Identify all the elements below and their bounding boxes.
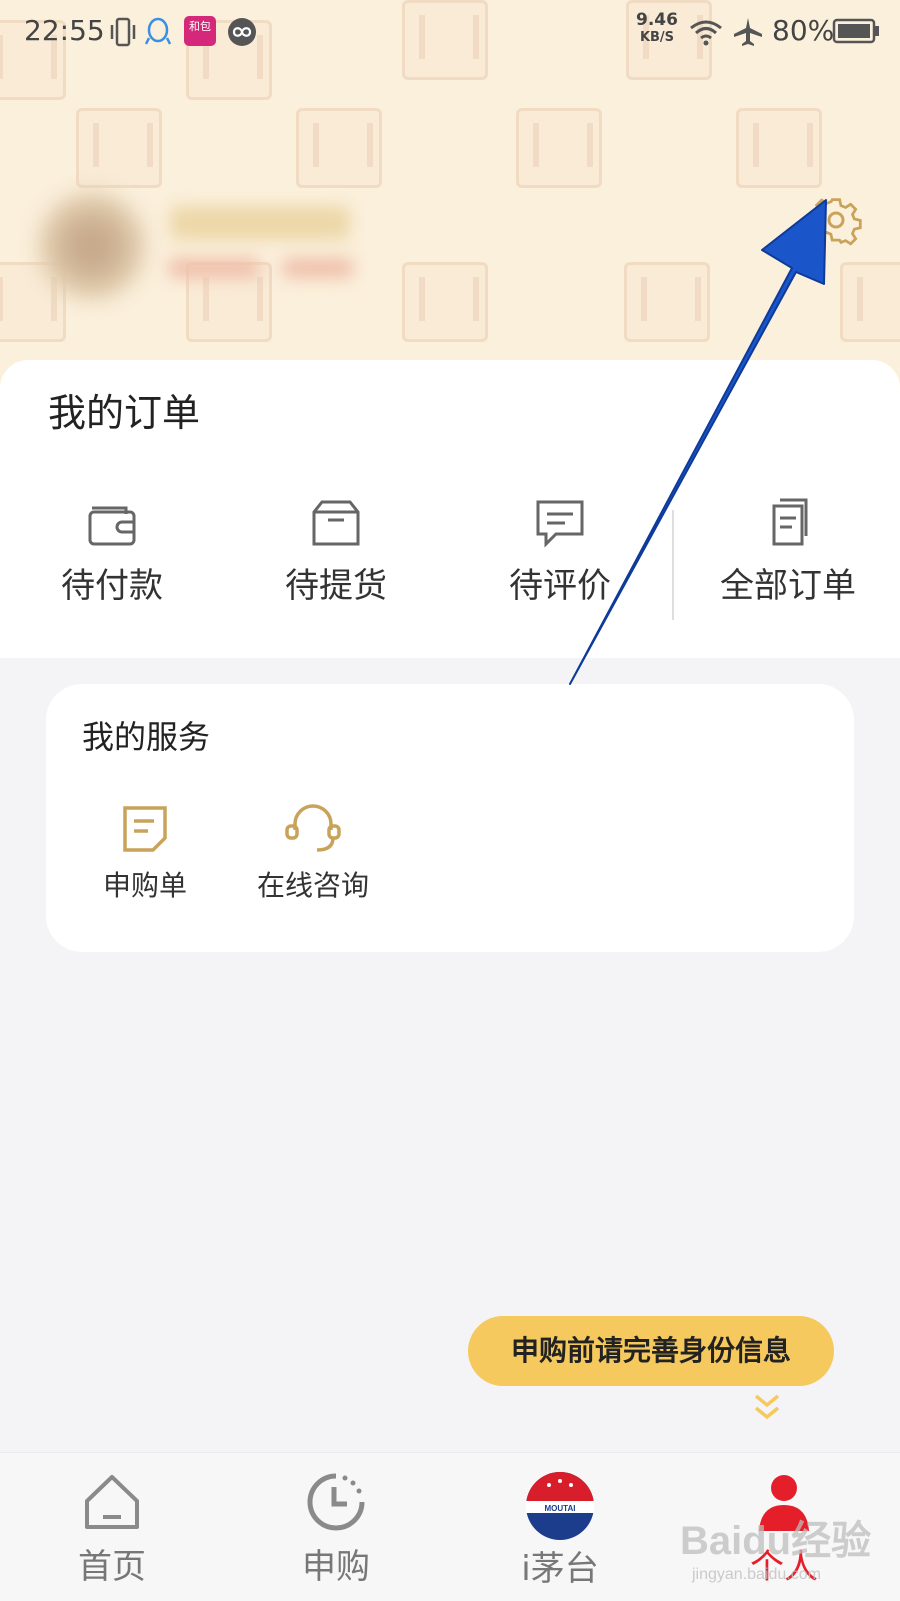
nav-home-label: 首页 [78, 1547, 146, 1587]
network-speed: 9.46 KB/S [636, 12, 678, 46]
gear-icon [810, 198, 862, 246]
seal-pattern [736, 108, 822, 188]
moutai-logo-text: MOUTAI [545, 1504, 576, 1513]
seal-pattern [624, 262, 710, 342]
moutai-logo-icon: MOUTAI [526, 1472, 594, 1540]
complete-identity-toast[interactable]: 申购前请完善身份信息 [468, 1316, 834, 1386]
divider [672, 510, 674, 620]
my-services-card: 我的服务 申购单 在线咨询 [46, 684, 854, 952]
nav-home[interactable]: 首页 [22, 1471, 202, 1588]
seal-pattern [840, 262, 900, 342]
baidu-watermark: Baidu经验 jingyan.baidu.com [680, 1508, 890, 1588]
app-notification-icon [228, 18, 256, 46]
box-icon [312, 500, 360, 546]
order-pending-payment-label: 待付款 [61, 566, 163, 606]
double-chevron-down-icon [754, 1394, 780, 1420]
order-pending-pickup[interactable]: 待提货 [236, 498, 436, 607]
profile-tag-blurred [168, 258, 260, 278]
order-all[interactable]: 全部订单 [688, 498, 888, 607]
my-services-title: 我的服务 [82, 718, 211, 756]
my-orders-card: 我的订单 待付款 待提货 待评价 全部订单 [0, 360, 900, 658]
nav-purchase[interactable]: 申购 [246, 1471, 426, 1588]
comment-icon [536, 500, 584, 548]
battery-percent: 80% [772, 14, 835, 47]
nav-purchase-label: 申购 [302, 1547, 370, 1587]
status-bar: 22:55 和包 9.46 KB/S 80% [0, 0, 900, 64]
watermark-logo: Baidu经验 [680, 1519, 872, 1563]
seal-pattern [516, 108, 602, 188]
wallet-icon [88, 506, 136, 546]
qq-icon [144, 17, 172, 45]
username-blurred [170, 206, 350, 240]
form-icon [123, 806, 167, 852]
profile-tag-blurred [282, 258, 354, 278]
order-pending-review-label: 待评价 [509, 566, 611, 606]
hebao-app-icon: 和包 [184, 16, 216, 46]
seal-pattern [76, 108, 162, 188]
nav-imoutai-label: i茅台 [521, 1549, 599, 1589]
nav-imoutai[interactable]: MOUTAI i茅台 [470, 1471, 650, 1590]
hebao-app-label: 和包 [189, 20, 211, 33]
my-orders-title: 我的订单 [48, 391, 201, 435]
clock-icon [307, 1473, 365, 1531]
seal-pattern [296, 108, 382, 188]
headset-icon [285, 804, 341, 852]
vibrate-icon [110, 17, 136, 47]
airplane-mode-icon [734, 18, 762, 46]
settings-button[interactable] [810, 196, 862, 248]
service-online-consult-label: 在线咨询 [256, 869, 369, 902]
service-purchase-order[interactable]: 申购单 [90, 804, 200, 904]
wifi-icon [690, 20, 722, 46]
status-time: 22:55 [24, 14, 105, 47]
service-purchase-order-label: 申购单 [102, 869, 187, 902]
network-speed-unit: KB/S [639, 30, 675, 45]
watermark-url: jingyan.baidu.com [692, 1566, 821, 1583]
seal-pattern [402, 262, 488, 342]
service-online-consult[interactable]: 在线咨询 [248, 804, 378, 904]
battery-icon [832, 18, 879, 44]
avatar[interactable] [38, 192, 146, 300]
order-all-label: 全部订单 [720, 566, 856, 606]
document-icon [772, 498, 808, 546]
order-pending-payment[interactable]: 待付款 [12, 498, 212, 607]
order-pending-pickup-label: 待提货 [285, 566, 387, 606]
home-icon [85, 1475, 139, 1529]
order-pending-review[interactable]: 待评价 [460, 498, 660, 607]
network-speed-value: 9.46 [636, 10, 678, 30]
